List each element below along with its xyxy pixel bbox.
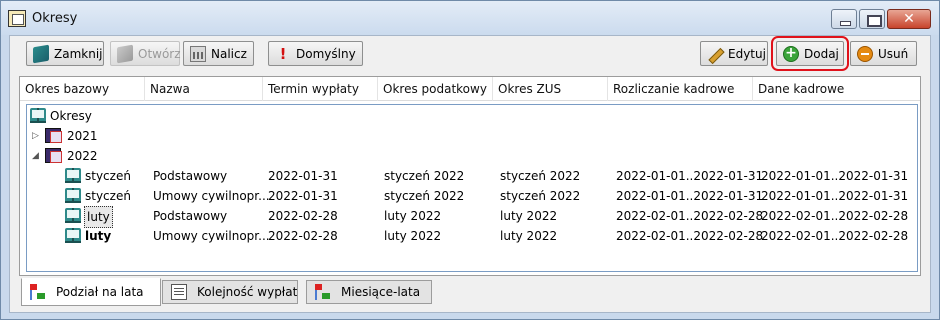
tree-view[interactable]: Okresy ▷ 2021 ◢ 2022 styczeń Podstawowy … [26,104,918,272]
period-cell: luty [85,229,112,243]
payday-cell: 2022-01-31 [268,169,338,183]
hr-data-cell: 2022-02-01..2022-02-28 [761,209,909,223]
column-okres-zus[interactable]: Okres ZUS [493,77,608,101]
period-cell: styczeń [85,189,131,203]
title-bar[interactable]: Okresy ✕ [1,1,939,35]
table-row-selected[interactable]: luty Podstawowy 2022-02-28 luty 2022 lut… [27,206,917,228]
name-cell: Podstawowy [153,209,228,223]
okresy-window: Okresy ✕ Zamknij Otwórz Nalicz ! Domyśln… [0,0,940,320]
zus-period-cell: luty 2022 [500,229,558,243]
open-book-icon [65,188,81,203]
hr-data-cell: 2022-01-01..2022-01-31 [761,189,909,203]
calculate-button-label: Nalicz [211,46,247,61]
close-icon: ✕ [903,11,915,27]
zus-period-cell: styczeń 2022 [500,169,581,183]
open-book-icon [30,108,46,123]
hr-settlement-cell: 2022-01-01..2022-01-31 [616,169,764,183]
hr-settlement-cell: 2022-02-01..2022-02-28 [616,229,764,243]
hr-data-cell: 2022-02-01..2022-02-28 [761,229,909,243]
tree-root[interactable]: Okresy [27,106,917,126]
book-icon [33,44,49,63]
minimize-button[interactable] [831,9,857,29]
hr-settlement-cell: 2022-02-01..2022-02-28 [616,209,764,223]
tab-label: Podział na lata [56,285,144,299]
app-icon [8,10,26,27]
maximize-button[interactable] [859,9,885,29]
zus-period-cell: luty 2022 [500,209,558,223]
ledger-icon [45,128,62,143]
tree-icon [315,284,331,300]
tree-root-label: Okresy [50,109,92,123]
close-button-label: Zamknij [54,46,103,61]
open-book-icon [65,168,81,183]
table-row[interactable]: styczeń Umowy cywilnopr... 2022-01-31 st… [27,186,917,206]
table-row[interactable]: luty Umowy cywilnopr... 2022-02-28 luty … [27,226,917,246]
minus-icon [857,45,873,62]
remove-button[interactable]: Usuń [850,41,917,66]
ledger-icon [45,148,62,163]
payday-cell: 2022-02-28 [268,209,338,223]
calculator-icon [190,45,206,62]
year-label: 2022 [67,149,98,163]
tab-label: Miesiące-lata [341,285,421,299]
name-cell: Umowy cywilnopr... [153,189,270,203]
open-book-icon [65,228,81,243]
window-title: Okresy [32,11,78,26]
tax-period-cell: luty 2022 [384,209,442,223]
open-button-label: Otwórz [138,46,181,61]
client-area: Zamknij Otwórz Nalicz ! Domyślny Edytuj … [9,35,931,313]
window-controls: ✕ [831,9,931,29]
zus-period-cell: styczeń 2022 [500,189,581,203]
column-rozliczanie-kadrowe[interactable]: Rozliczanie kadrowe [608,77,753,101]
plus-icon: + [783,45,799,62]
pencil-icon [707,46,723,62]
period-cell: luty [84,206,113,228]
tab-podzial-na-lata[interactable]: Podział na lata [21,278,161,306]
tree-year-2021[interactable]: ▷ 2021 [27,126,917,146]
book-icon [117,44,133,63]
expand-icon[interactable]: ▷ [32,126,42,146]
tax-period-cell: styczeń 2022 [384,189,465,203]
name-cell: Umowy cywilnopr... [153,229,270,243]
collapse-icon[interactable]: ◢ [32,146,42,166]
default-button[interactable]: ! Domyślny [268,41,363,66]
period-cell: styczeń [85,169,131,183]
add-button-label: Dodaj [804,46,839,61]
hr-data-cell: 2022-01-01..2022-01-31 [761,169,909,183]
tab-miesiace-lata[interactable]: Miesiące-lata [306,280,432,304]
edit-button[interactable]: Edytuj [700,41,768,66]
table-row[interactable]: styczeń Podstawowy 2022-01-31 styczeń 20… [27,166,917,186]
year-label: 2021 [67,129,98,143]
tax-period-cell: styczeń 2022 [384,169,465,183]
name-cell: Podstawowy [153,169,228,183]
hr-settlement-cell: 2022-01-01..2022-01-31 [616,189,764,203]
open-book-icon [65,208,81,223]
add-button[interactable]: + Dodaj [771,36,849,71]
tab-kolejnosc-wyplat[interactable]: Kolejność wypłat [162,280,298,304]
column-termin-wyplaty[interactable]: Termin wypłaty [263,77,378,101]
column-okres-bazowy[interactable]: Okres bazowy [20,77,145,101]
column-header: Okres bazowy Nazwa Termin wypłaty Okres … [20,77,920,101]
tree-year-2022[interactable]: ◢ 2022 [27,146,917,166]
close-window-button[interactable]: ✕ [887,9,931,29]
close-button[interactable]: Zamknij [26,41,104,66]
default-button-label: Domyślny [296,46,356,61]
tax-period-cell: luty 2022 [384,229,442,243]
column-nazwa[interactable]: Nazwa [145,77,263,101]
column-okres-podatkowy[interactable]: Okres podatkowy [378,77,493,101]
column-dane-kadrowe[interactable]: Dane kadrowe [753,77,920,101]
payday-cell: 2022-02-28 [268,229,338,243]
calculate-button[interactable]: Nalicz [183,41,254,66]
open-button[interactable]: Otwórz [110,41,181,66]
list-icon [171,284,187,300]
payday-cell: 2022-01-31 [268,189,338,203]
tab-label: Kolejność wypłat [197,285,298,299]
tree-icon [30,284,46,300]
exclamation-icon: ! [279,44,287,63]
periods-grid[interactable]: Okres bazowy Nazwa Termin wypłaty Okres … [19,76,921,276]
remove-button-label: Usuń [878,46,909,61]
edit-button-label: Edytuj [728,46,766,61]
